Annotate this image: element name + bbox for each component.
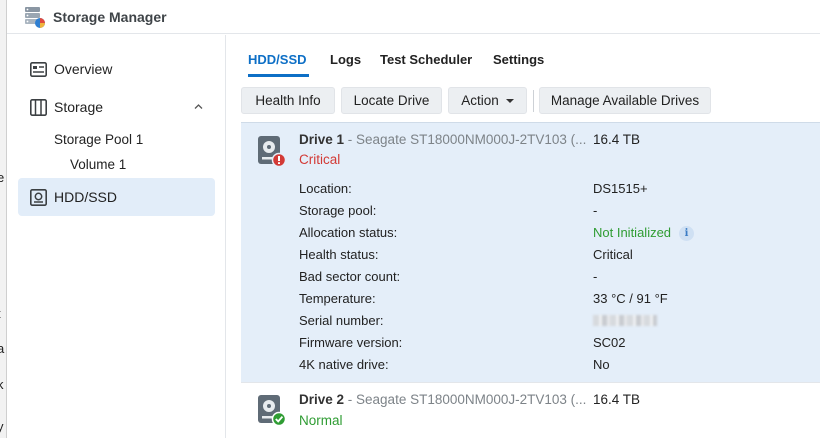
sidebar-item-label: HDD/SSD bbox=[54, 189, 118, 205]
storage-manager-app-icon bbox=[25, 7, 45, 28]
drive-2-title: Drive 2 - Seagate ST18000NM000J-2TV103 (… bbox=[299, 392, 586, 407]
bad-sector-count-label: Bad sector count: bbox=[299, 269, 401, 284]
manage-available-drives-button[interactable]: Manage Available Drives bbox=[539, 87, 711, 114]
tab-bar: HDD/SSD Logs Test Scheduler Settings bbox=[227, 35, 820, 77]
tab-logs[interactable]: Logs bbox=[330, 52, 361, 67]
locate-drive-button-label: Locate Drive bbox=[353, 93, 430, 108]
serial-number-label: Serial number: bbox=[299, 313, 384, 328]
tab-settings[interactable]: Settings bbox=[493, 52, 544, 67]
sidebar-item-label: Storage bbox=[54, 99, 104, 115]
toolbar-divider bbox=[533, 90, 534, 112]
sidebar-item-hdd-ssd[interactable]: HDD/SSD bbox=[18, 178, 215, 216]
allocation-status-label: Allocation status: bbox=[299, 225, 398, 240]
drive-2-panel[interactable]: Drive 2 - Seagate ST18000NM000J-2TV103 (… bbox=[241, 382, 820, 438]
desktop-text-fragment: t bbox=[0, 306, 1, 321]
hdd-critical-icon bbox=[258, 136, 286, 168]
desktop-text-fragment: a bbox=[0, 341, 4, 356]
drive-1-model: - Seagate ST18000NM000J-2TV103 (... bbox=[344, 132, 587, 147]
manage-drives-button-label: Manage Available Drives bbox=[550, 93, 700, 108]
desktop-text-fragment: y bbox=[0, 419, 4, 434]
temperature-value: 33 °C / 91 °F bbox=[593, 291, 668, 306]
drive-2-size: 16.4 TB bbox=[593, 392, 641, 407]
drive-1-status: Critical bbox=[299, 152, 341, 167]
desktop-text-fragment: e bbox=[0, 170, 4, 185]
drive-1-size: 16.4 TB bbox=[593, 132, 641, 147]
storage-manager-window: Storage Manager Overview Storage Storage bbox=[7, 0, 820, 438]
health-info-button[interactable]: Health Info bbox=[241, 87, 335, 114]
drive-2-status: Normal bbox=[299, 413, 343, 428]
firmware-version-label: Firmware version: bbox=[299, 335, 403, 350]
tab-hdd-ssd[interactable]: HDD/SSD bbox=[248, 52, 307, 67]
locate-drive-button[interactable]: Locate Drive bbox=[341, 87, 442, 114]
sidebar-item-storage-pool-1[interactable]: Storage Pool 1 bbox=[54, 132, 143, 147]
serial-number-value-redacted bbox=[593, 313, 657, 328]
storage-icon bbox=[30, 99, 47, 116]
chevron-up-icon[interactable] bbox=[194, 102, 203, 111]
desktop-text-fragment: k bbox=[0, 377, 4, 392]
storage-pool-label: Storage pool: bbox=[299, 203, 377, 218]
sidebar-item-volume-1[interactable]: Volume 1 bbox=[70, 157, 126, 172]
hdd-icon bbox=[30, 189, 47, 206]
sidebar: Overview Storage Storage Pool 1 Volume 1… bbox=[7, 35, 226, 438]
allocation-status-row: Not Initialized i bbox=[593, 225, 695, 241]
sidebar-item-label: Overview bbox=[54, 61, 113, 77]
drive-2-name: Drive 2 bbox=[299, 392, 345, 407]
health-status-value: Critical bbox=[593, 247, 633, 262]
drive-2-model: - Seagate ST18000NM000J-2TV103 (... bbox=[344, 392, 587, 407]
redacted-serial-blur bbox=[593, 315, 657, 326]
location-label: Location: bbox=[299, 181, 352, 196]
storage-pool-value: - bbox=[593, 203, 598, 218]
hdd-normal-icon bbox=[258, 395, 286, 427]
allocation-status-value: Not Initialized bbox=[593, 225, 672, 240]
sidebar-item-overview[interactable]: Overview bbox=[18, 50, 215, 88]
caret-down-icon bbox=[505, 98, 514, 103]
info-icon[interactable]: i bbox=[679, 226, 695, 241]
overview-icon bbox=[30, 61, 47, 77]
app-title: Storage Manager bbox=[53, 9, 167, 25]
action-dropdown-button[interactable]: Action bbox=[448, 87, 527, 114]
sidebar-item-storage[interactable]: Storage bbox=[18, 88, 215, 126]
health-info-button-label: Health Info bbox=[255, 93, 321, 108]
active-tab-indicator bbox=[248, 74, 309, 77]
firmware-version-value: SC02 bbox=[593, 335, 626, 350]
4k-native-drive-value: No bbox=[593, 357, 610, 372]
drive-1-panel[interactable]: Drive 1 - Seagate ST18000NM000J-2TV103 (… bbox=[241, 122, 820, 382]
tab-test-scheduler[interactable]: Test Scheduler bbox=[380, 52, 472, 67]
health-status-label: Health status: bbox=[299, 247, 379, 262]
temperature-label: Temperature: bbox=[299, 291, 376, 306]
title-bar[interactable]: Storage Manager bbox=[7, 0, 820, 34]
action-button-label: Action bbox=[461, 93, 499, 108]
bad-sector-count-value: - bbox=[593, 269, 598, 284]
4k-native-drive-label: 4K native drive: bbox=[299, 357, 389, 372]
drive-1-name: Drive 1 bbox=[299, 132, 345, 147]
desktop-background-strip: e t a k y bbox=[0, 0, 7, 438]
drive-1-title: Drive 1 - Seagate ST18000NM000J-2TV103 (… bbox=[299, 132, 586, 147]
location-value: DS1515+ bbox=[593, 181, 648, 196]
